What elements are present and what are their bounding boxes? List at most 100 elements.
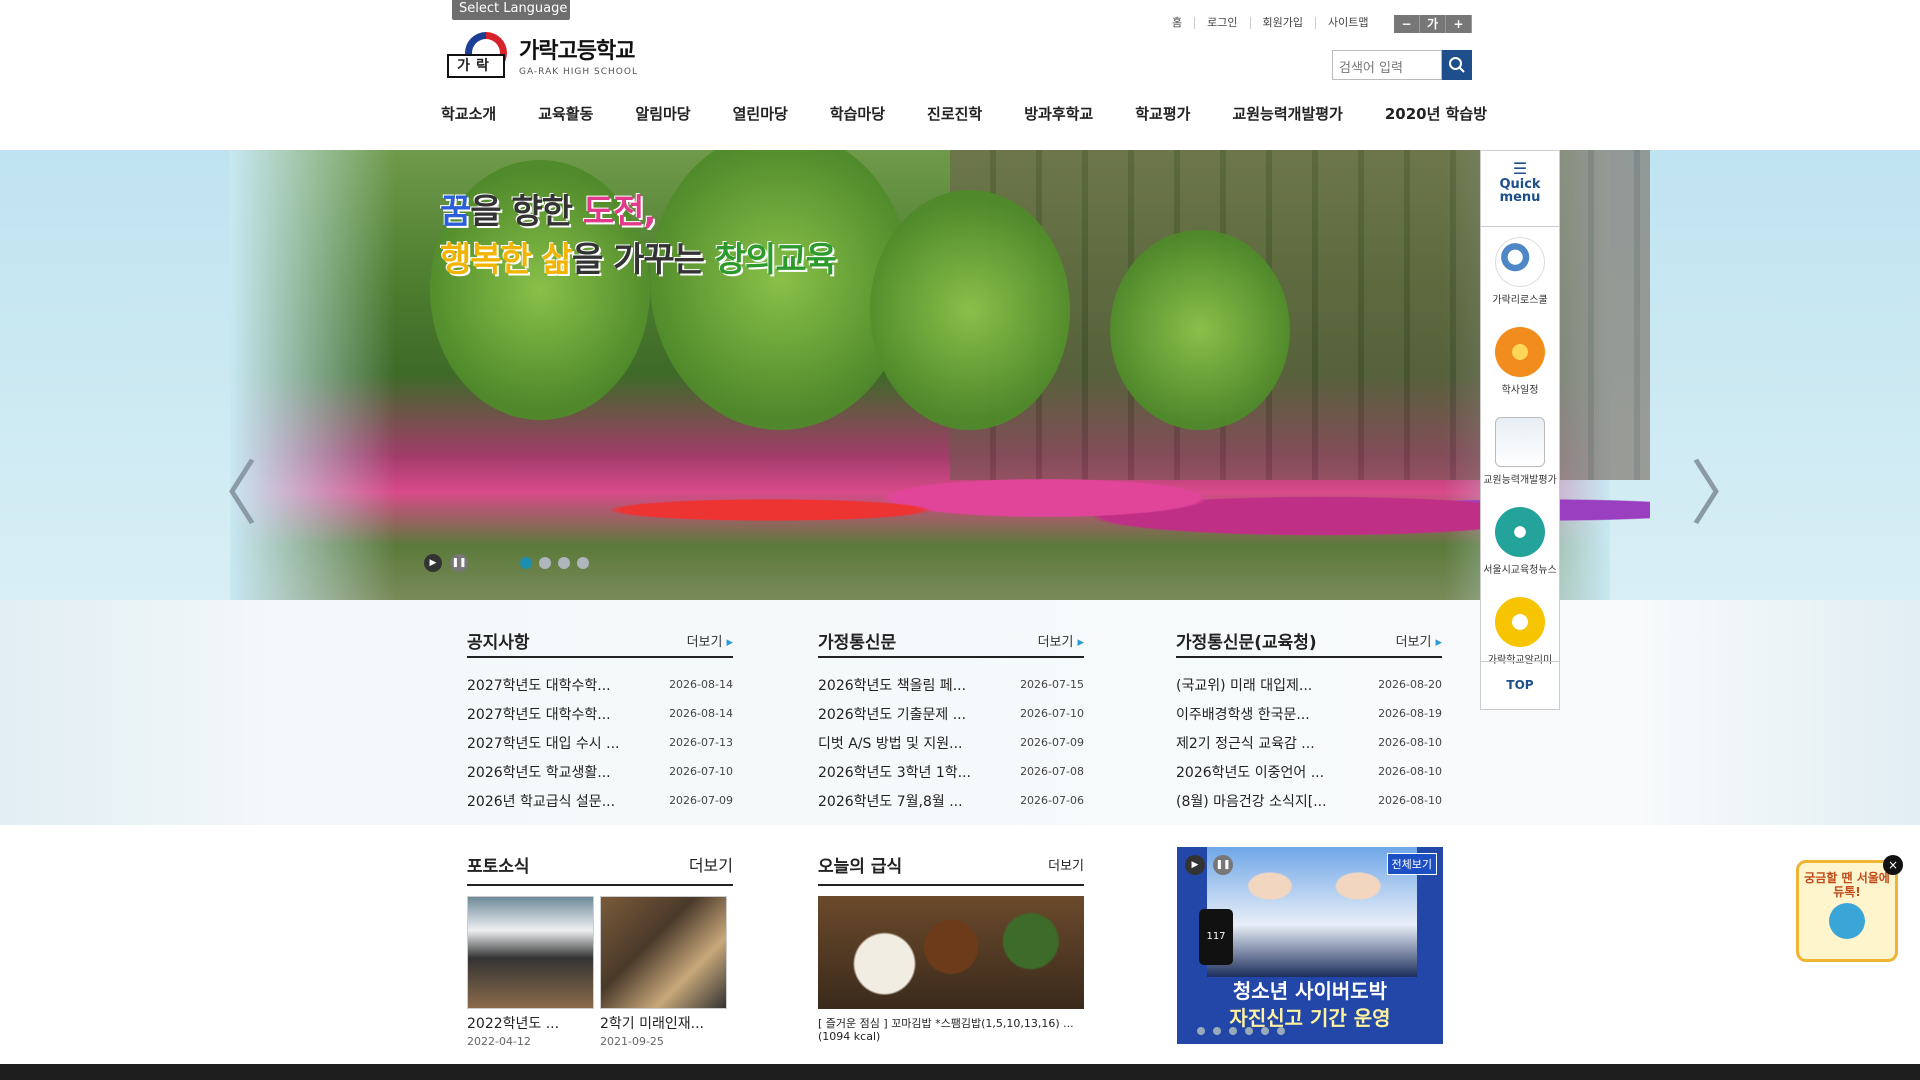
list-item[interactable]: 2026학년도 이중언어 ... 2026-08-10 [1176,757,1442,786]
nav-teacher-evaluation[interactable]: 교원능력개발평가 [1232,103,1342,124]
promo-banner[interactable]: 117 ▶ ❚❚ 전체보기 청소년 사이버도박 자진신고 기간 운영 [1177,847,1443,1044]
nav-career[interactable]: 진로진학 [927,103,982,124]
list-item[interactable]: 2026학년도 3학년 1학... 2026-07-08 [818,757,1084,786]
banner-pause-button[interactable]: ❚❚ [1213,855,1233,875]
nav-learning[interactable]: 학습마당 [830,103,885,124]
banner-view-all-button[interactable]: 전체보기 [1386,853,1437,875]
nav-education-activities[interactable]: 교육활동 [538,103,593,124]
megaphone-icon [1495,507,1545,557]
util-sitemap-link[interactable]: 사이트맵 [1314,17,1380,29]
search-input[interactable]: 검색어 입력 [1332,50,1442,80]
search-box: 검색어 입력 [1332,50,1472,80]
chatbot-icon [1829,903,1865,939]
page: Select Language 가락 가락고등학교 GA-RAK HIGH SC… [0,0,1920,1080]
meal-photo[interactable] [818,896,1084,1009]
more-link[interactable]: 더보기 [687,631,733,650]
nav-notices[interactable]: 알림마당 [635,103,690,124]
banner-dot[interactable] [1277,1027,1285,1035]
school-building-icon [1495,597,1545,647]
meal-menu-text: [ 즐거운 점심 ] 꼬마김밥 *스팸김밥(1,5,10,13,16) ... … [818,1017,1074,1043]
chatbot-label: 궁금할 땐 서울에듀톡! [1804,871,1890,899]
hero-prev-arrow[interactable]: 〈 [188,438,258,539]
list-item[interactable]: 디벗 A/S 방법 및 지원... 2026-07-09 [818,728,1084,757]
list-item[interactable]: 2026년 학교급식 설문... 2026-07-09 [467,786,733,815]
font-increase-button[interactable]: + [1446,15,1472,33]
list-item[interactable]: 2026학년도 학교생활... 2026-07-10 [467,757,733,786]
list-item[interactable]: (국교위) 미래 대입제... 2026-08-20 [1176,670,1442,699]
hero-play-button[interactable]: ▶ [424,554,442,572]
banner-dot[interactable] [1245,1027,1253,1035]
quick-item-schedule[interactable]: 학사일정 [1481,317,1559,407]
banner-dot[interactable] [1229,1027,1237,1035]
banner-phone-graphic: 117 [1199,909,1233,965]
hero-pause-button[interactable]: ❚❚ [450,554,468,572]
banner-dots [1197,1027,1293,1035]
util-signup-link[interactable]: 회원가입 [1249,17,1315,29]
more-link[interactable]: 더보기 [689,852,733,876]
photo-item[interactable]: 2학기 미래인재... 2021-09-25 [600,896,727,1048]
list-item[interactable]: 2027학년도 대학수학... 2026-08-14 [467,670,733,699]
list-item[interactable]: 2026학년도 책올림 페... 2026-07-15 [818,670,1084,699]
quick-item-seoul-edu-news[interactable]: 서울시교육청뉴스 [1481,497,1559,587]
quick-item-rose-school[interactable]: 가락리로스쿨 [1481,227,1559,317]
photo-thumbnail [600,896,727,1009]
list-item[interactable]: 2027학년도 대학수학... 2026-08-14 [467,699,733,728]
star-icon [1495,327,1545,377]
meal-section: 오늘의 급식 더보기 [ 즐거운 점심 ] 꼬마김밥 *스팸김밥(1,5,10,… [818,844,1084,1043]
logo-mark-text: 가락 [447,54,505,78]
list-item[interactable]: (8월) 마음건강 소식지[... 2026-08-10 [1176,786,1442,815]
list-item[interactable]: 제2기 정근식 교육감 ... 2026-08-10 [1176,728,1442,757]
board-title: 가정통신문(교육청) [1176,632,1317,653]
hero-slider: 꿈을 향한 도전, 행복한 삶을 가꾸는 창의교육 〈 〉 ▶ ❚❚ [0,150,1920,600]
nav-school-evaluation[interactable]: 학교평가 [1135,103,1190,124]
nav-school-intro[interactable]: 학교소개 [441,103,496,124]
list-item[interactable]: 2026학년도 기출문제 ... 2026-07-10 [818,699,1084,728]
logo-emblem: 가락 [447,32,509,78]
photo-news-section: 포토소식 더보기 2022학년도 ... 2022-04-12 2학기 미래인재… [467,844,733,1048]
hero-slogan: 꿈을 향한 도전, 행복한 삶을 가꾸는 창의교육 [440,192,837,280]
nav-afterschool[interactable]: 방과후학교 [1024,103,1093,124]
quick-menu: ☰ Quick menu 가락리로스쿨 학사일정 교원능력개발평가 서울시교육청… [1480,150,1560,710]
quick-item-teacher-evaluation[interactable]: 교원능력개발평가 [1481,407,1559,497]
list-item[interactable]: 2026학년도 7월,8월 ... 2026-07-06 [818,786,1084,815]
banner-play-button[interactable]: ▶ [1185,855,1205,875]
scroll-top-button[interactable]: TOP [1481,661,1559,709]
quick-menu-label: Quick menu [1499,177,1541,205]
footer-bar [0,1064,1920,1080]
more-link[interactable]: 더보기 [1396,631,1442,650]
banner-dot[interactable] [1197,1027,1205,1035]
board-office-letters: 가정통신문(교육청) 더보기 (국교위) 미래 대입제...2026-08-20… [1176,624,1442,815]
board-notices: 공지사항 더보기 2027학년도 대학수학...2026-08-14 2027학… [467,624,733,815]
hero-dot-3[interactable] [558,557,570,569]
more-link[interactable]: 더보기 [1048,855,1084,874]
board-title: 가정통신문 [818,632,897,653]
hero-controls: ▶ ❚❚ [424,554,596,572]
photo-item[interactable]: 2022학년도 ... 2022-04-12 [467,896,594,1048]
banner-title: 청소년 사이버도박 [1232,979,1388,1003]
banner-dot[interactable] [1213,1027,1221,1035]
hero-dot-4[interactable] [577,557,589,569]
logo-title: 가락고등학교 [519,39,635,64]
nav-study-room-2020[interactable]: 2020년 학습방 [1385,103,1487,124]
list-item[interactable]: 이주배경학생 한국문... 2026-08-19 [1176,699,1442,728]
font-reset-button[interactable]: 가 [1420,15,1446,33]
logo-subtitle: GA-RAK HIGH SCHOOL [519,67,638,77]
nav-open-forum[interactable]: 열린마당 [733,103,788,124]
hero-next-arrow[interactable]: 〉 [1690,438,1760,539]
close-icon[interactable]: × [1883,855,1903,875]
hero-dot-2[interactable] [539,557,551,569]
hero-dot-1[interactable] [520,557,532,569]
menu-icon: ☰ [1512,159,1528,178]
list-item[interactable]: 2027학년도 대입 수시 ... 2026-07-13 [467,728,733,757]
hero-photo [230,150,1650,600]
school-logo[interactable]: 가락 가락고등학교 GA-RAK HIGH SCHOOL [447,32,638,78]
more-link[interactable]: 더보기 [1038,631,1084,650]
chatbot-widget[interactable]: 궁금할 땐 서울에듀톡! × [1796,855,1903,962]
font-decrease-button[interactable]: − [1394,15,1420,33]
search-button[interactable] [1442,50,1472,80]
select-language-button[interactable]: Select Language [452,0,570,20]
util-home-link[interactable]: 홈 [1160,17,1194,29]
banner-dot[interactable] [1261,1027,1269,1035]
section-title: 오늘의 급식 [818,856,903,877]
util-login-link[interactable]: 로그인 [1194,17,1249,29]
